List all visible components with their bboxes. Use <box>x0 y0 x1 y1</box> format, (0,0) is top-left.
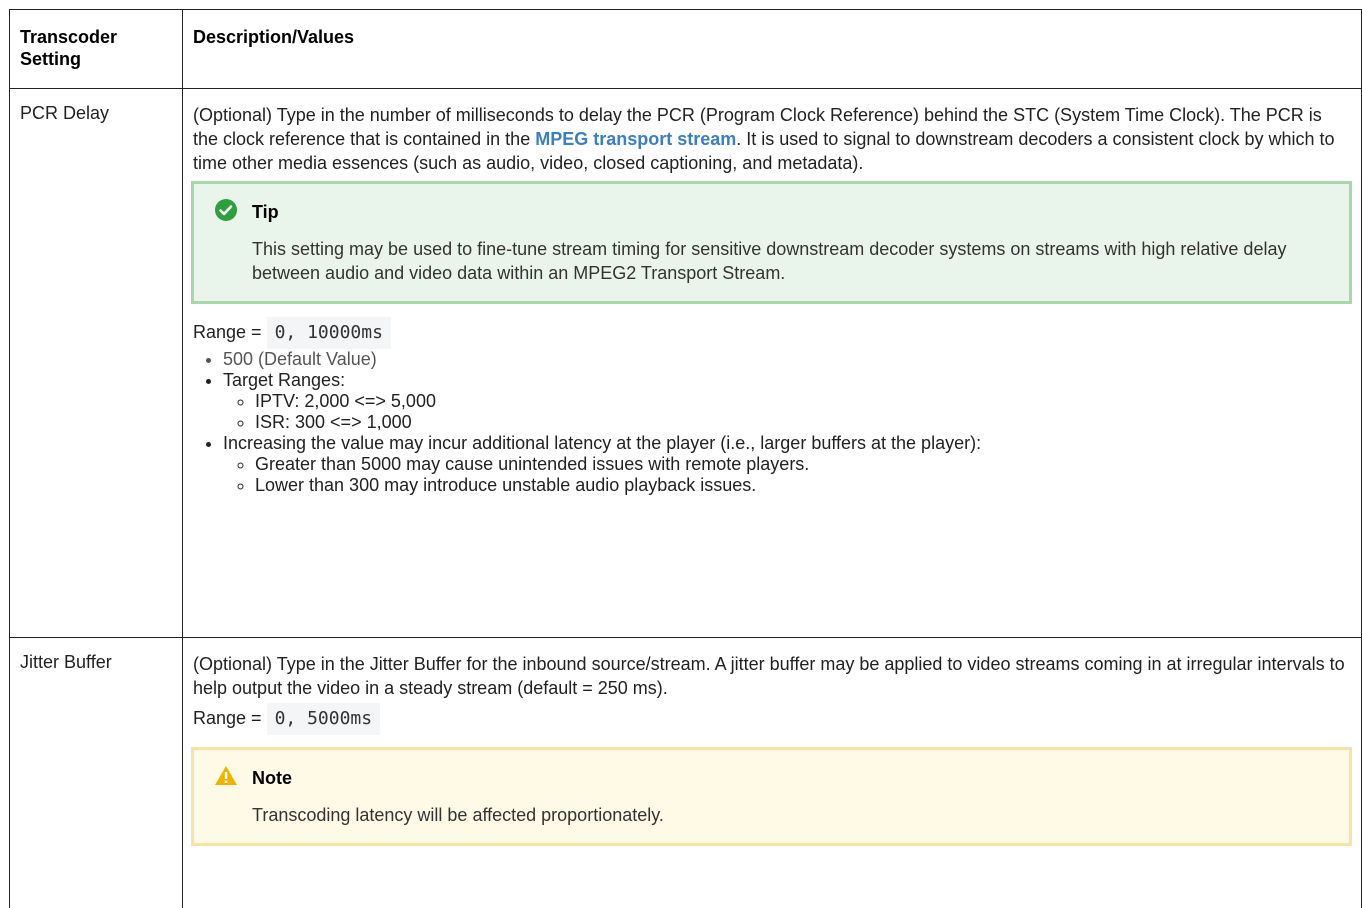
check-circle-icon <box>214 198 238 227</box>
header-description-label: Description/Values <box>193 27 355 47</box>
list-item: Greater than 5000 may cause unintended i… <box>255 454 1351 475</box>
tip-callout: Tip This setting may be used to fine-tun… <box>191 181 1352 304</box>
setting-name-jitter-buffer: Jitter Buffer <box>20 652 112 672</box>
settings-table: Transcoder Setting Description/Values PC… <box>9 9 1362 908</box>
jitter-description: (Optional) Type in the Jitter Buffer for… <box>193 654 1345 698</box>
tip-title: Tip <box>252 202 279 222</box>
tip-body: This setting may be used to fine-tune st… <box>252 239 1287 283</box>
tip-header: Tip <box>214 198 1329 227</box>
list-item: Increasing the value may incur additiona… <box>223 433 1351 496</box>
header-setting-label: Transcoder Setting <box>20 27 118 69</box>
increase-label: Increasing the value may incur additiona… <box>223 433 982 453</box>
table-row: PCR Delay (Optional) Type in the number … <box>10 89 1362 638</box>
target-ranges-list: IPTV: 2,000 <=> 5,000 ISR: 300 <=> 1,000 <box>223 391 1351 433</box>
latency-list: Greater than 5000 may cause unintended i… <box>223 454 1351 496</box>
table-row: Jitter Buffer (Optional) Type in the Jit… <box>10 638 1362 908</box>
note-title: Note <box>252 768 292 788</box>
note-header: Note <box>214 764 1329 793</box>
header-description: Description/Values <box>183 10 1362 89</box>
pcr-description: (Optional) Type in the number of millise… <box>193 103 1351 175</box>
range-value: 0, 10000ms <box>266 317 391 349</box>
header-setting: Transcoder Setting <box>10 10 183 89</box>
note-body: Transcoding latency will be affected pro… <box>252 805 664 825</box>
warning-icon <box>214 764 238 793</box>
target-ranges-label: Target Ranges: <box>223 370 346 390</box>
setting-name-pcr-delay: PCR Delay <box>20 103 110 123</box>
setting-cell: PCR Delay <box>10 89 183 638</box>
list-item: Lower than 300 may introduce unstable au… <box>255 475 1351 496</box>
pcr-value-list: 500 (Default Value) Target Ranges: IPTV:… <box>193 349 1351 496</box>
note-callout: Note Transcoding latency will be affecte… <box>191 747 1352 846</box>
mpeg-transport-stream-link[interactable]: MPEG transport stream <box>535 129 736 149</box>
list-item: ISR: 300 <=> 1,000 <box>255 412 1351 433</box>
table-header-row: Transcoder Setting Description/Values <box>10 10 1362 89</box>
list-item: Target Ranges: IPTV: 2,000 <=> 5,000 ISR… <box>223 370 1351 433</box>
list-item: IPTV: 2,000 <=> 5,000 <box>255 391 1351 412</box>
description-cell: (Optional) Type in the Jitter Buffer for… <box>183 638 1362 908</box>
jitter-range: Range = 0, 5000ms <box>193 702 1351 735</box>
list-item: 500 (Default Value) <box>223 349 1351 370</box>
setting-cell: Jitter Buffer <box>10 638 183 908</box>
description-cell: (Optional) Type in the number of millise… <box>183 89 1362 638</box>
range-value: 0, 5000ms <box>266 703 381 735</box>
range-label: Range = <box>193 322 262 342</box>
range-label: Range = <box>193 708 262 728</box>
pcr-range: Range = 0, 10000ms <box>193 316 1351 349</box>
